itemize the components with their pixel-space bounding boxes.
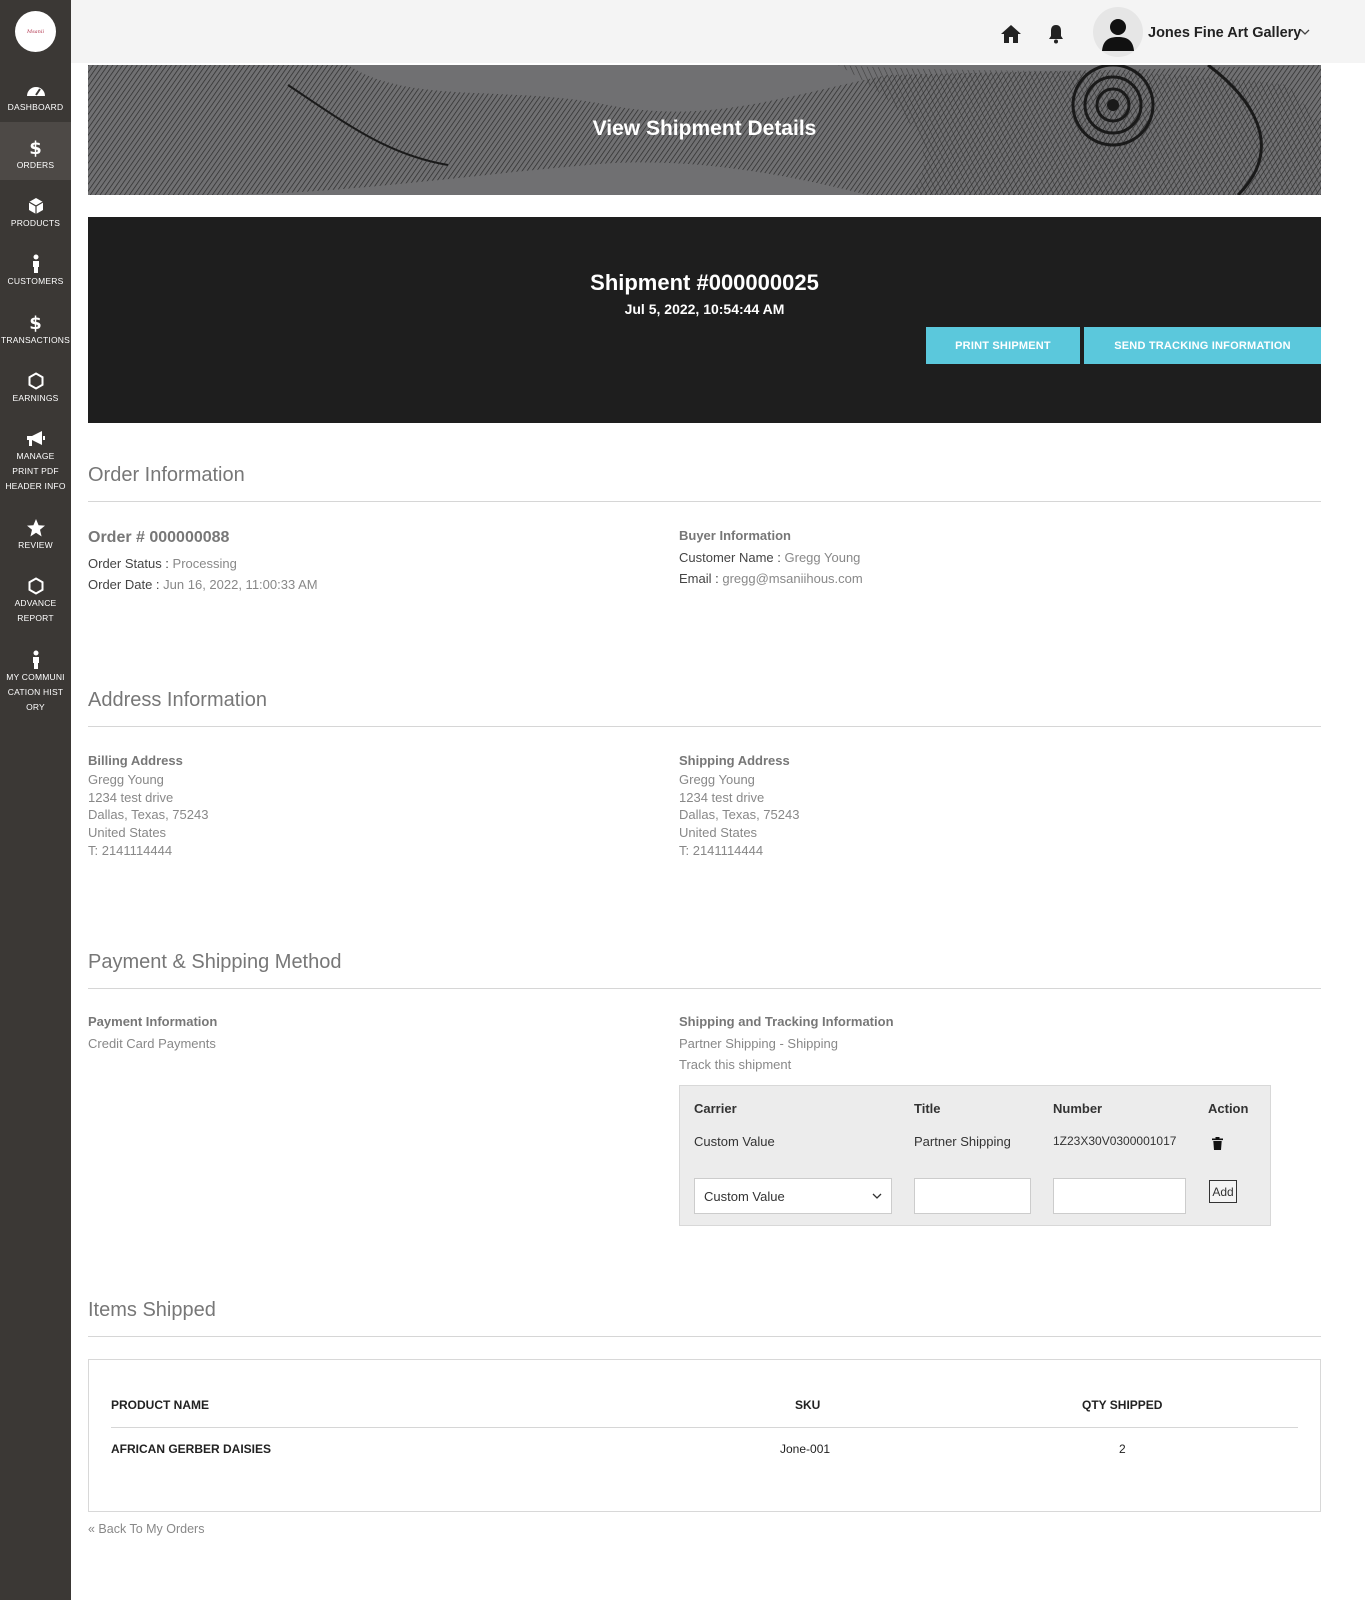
billing-address-line: T: 2141114444 [88, 843, 173, 858]
shipping-address-heading: Shipping Address [679, 753, 790, 768]
billing-address-line: United States [88, 825, 167, 840]
sidebar-item-manage-print-pdf-header-info[interactable]: MANAGE PRINT PDF HEADER INFO [0, 429, 71, 494]
divider [88, 988, 1321, 989]
sidebar-item-review[interactable]: REVIEW [0, 518, 71, 553]
dollar-icon: $ [29, 312, 42, 334]
item-qty: 2 [1119, 1442, 1126, 1456]
divider [111, 1427, 1298, 1428]
chevron-down-icon [872, 1193, 882, 1199]
shipment-date: Jul 5, 2022, 10:54:44 AM [624, 301, 785, 317]
shipment-header: Shipment #000000025 Jul 5, 2022, 10:54:4… [88, 217, 1321, 423]
shipping-method: Partner Shipping - Shipping [679, 1036, 838, 1051]
add-tracking-button[interactable]: Add [1209, 1180, 1237, 1203]
sidebar-item-transactions[interactable]: $ TRANSACTIONS [0, 313, 71, 348]
title-input[interactable] [914, 1178, 1031, 1214]
chevron-down-icon[interactable] [1300, 28, 1310, 39]
column-header-title: Title [914, 1101, 941, 1116]
shipping-address-line: Gregg Young [679, 772, 755, 787]
sidebar-item-products[interactable]: PRODUCTS [0, 196, 71, 231]
billing-address-line: 1234 test drive [88, 790, 174, 805]
user-menu-name[interactable]: Jones Fine Art Gallery [1148, 25, 1301, 41]
shipping-address-line: 1234 test drive [679, 790, 765, 805]
sidebar-item-earnings[interactable]: EARNINGS [0, 371, 71, 406]
print-shipment-button[interactable]: PRINT SHIPMENT [926, 327, 1080, 364]
page-title: View Shipment Details [592, 117, 817, 140]
buyer-information-heading: Buyer Information [679, 528, 791, 543]
sidebar-item-advance-report[interactable]: ADVANCE REPORT [0, 576, 71, 626]
divider [88, 501, 1321, 502]
hexagon-icon [27, 576, 45, 596]
address-information-heading: Address Information [88, 689, 267, 711]
item-sku: Jone-001 [780, 1442, 831, 1456]
column-header-product-name: PRODUCT NAME [111, 1398, 209, 1412]
sidebar-item-my-communication-history[interactable]: MY COMMUNICATION HISTORY [0, 650, 71, 710]
bell-icon[interactable] [1044, 22, 1068, 46]
billing-address-line: Dallas, Texas, 75243 [88, 807, 209, 822]
send-tracking-button[interactable]: SEND TRACKING INFORMATION [1084, 327, 1321, 364]
number-input[interactable] [1053, 1178, 1186, 1214]
column-header-sku: SKU [795, 1398, 821, 1412]
item-product-name: AFRICAN GERBER DAISIES [111, 1442, 272, 1456]
megaphone-icon [25, 429, 47, 449]
home-icon[interactable] [999, 22, 1023, 46]
divider [88, 726, 1321, 727]
order-number: Order # 000000088 [88, 529, 230, 546]
star-icon [26, 518, 46, 538]
shipment-title: Shipment #000000025 [590, 270, 819, 295]
column-header-action: Action [1208, 1101, 1249, 1116]
carrier-select[interactable]: Custom Value [694, 1178, 892, 1214]
payment-shipping-heading: Payment & Shipping Method [88, 951, 342, 973]
column-header-number: Number [1053, 1101, 1103, 1116]
brand-logo[interactable]: Msanii [15, 11, 56, 52]
sidebar: Msanii DASHBOARD $ ORDERS PRODUCTS CUSTO… [0, 0, 71, 1600]
track-shipment-link[interactable]: Track this shipment [679, 1057, 791, 1072]
order-date: Order Date : Jun 16, 2022, 11:00:33 AM [88, 577, 318, 592]
sidebar-item-customers[interactable]: CUSTOMERS [0, 254, 71, 289]
user-avatar-icon [1102, 19, 1134, 51]
person-icon [31, 254, 41, 274]
payment-method: Credit Card Payments [88, 1036, 216, 1051]
box-icon [28, 196, 44, 216]
customer-email: Email : gregg@msaniihous.com [679, 571, 863, 586]
shipping-address-line: Dallas, Texas, 75243 [679, 807, 800, 822]
column-header-qty-shipped: QTY SHIPPED [1082, 1398, 1163, 1412]
hexagon-icon [27, 371, 45, 391]
dashboard-icon [25, 80, 47, 100]
tracking-carrier: Custom Value [694, 1134, 775, 1149]
payment-information-heading: Payment Information [88, 1014, 218, 1029]
order-status: Order Status : Processing [88, 556, 237, 571]
page-banner: View Shipment Details [88, 65, 1321, 195]
sidebar-item-dashboard[interactable]: DASHBOARD [0, 80, 71, 120]
sidebar-item-orders[interactable]: $ ORDERS [0, 122, 71, 180]
shipping-address-line: United States [679, 825, 758, 840]
shipping-address-line: T: 2141114444 [679, 843, 764, 858]
shipping-tracking-heading: Shipping and Tracking Information [679, 1014, 894, 1029]
tracking-table: Carrier Title Number Action Custom Value… [679, 1085, 1271, 1226]
back-to-orders-link[interactable]: « Back To My Orders [88, 1522, 204, 1536]
items-table: PRODUCT NAME SKU QTY SHIPPED AFRICAN GER… [88, 1359, 1321, 1512]
tracking-number: 1Z23X30V0300001017 [1053, 1134, 1177, 1148]
order-information-heading: Order Information [88, 464, 245, 486]
dollar-icon: $ [29, 137, 42, 159]
tracking-title: Partner Shipping [914, 1134, 1011, 1149]
trash-icon[interactable] [1212, 1135, 1223, 1154]
column-header-carrier: Carrier [694, 1101, 737, 1116]
avatar[interactable] [1093, 7, 1143, 57]
billing-address-heading: Billing Address [88, 753, 183, 768]
customer-name: Customer Name : Gregg Young [679, 550, 861, 565]
divider [88, 1336, 1321, 1337]
billing-address-line: Gregg Young [88, 772, 164, 787]
person-icon [31, 650, 41, 670]
items-shipped-heading: Items Shipped [88, 1299, 216, 1321]
